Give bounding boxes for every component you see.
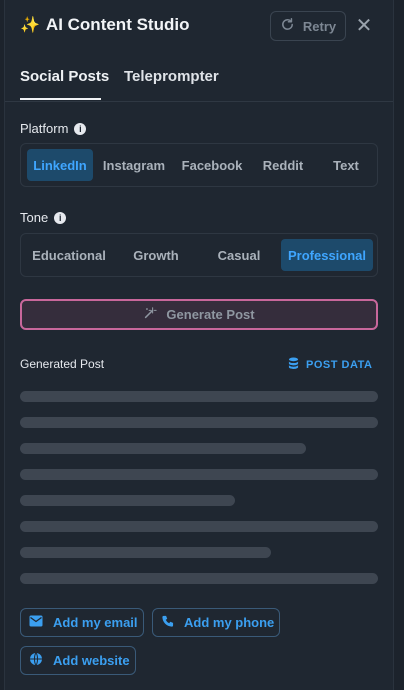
skeleton-line bbox=[20, 417, 378, 428]
skeleton-line bbox=[20, 547, 271, 558]
tone-option-educational[interactable]: Educational bbox=[27, 239, 111, 271]
platform-option-facebook[interactable]: Facebook bbox=[179, 149, 245, 181]
phone-icon bbox=[161, 615, 174, 631]
globe-icon bbox=[29, 652, 43, 669]
tone-label-text: Tone bbox=[20, 210, 49, 225]
post-data-button[interactable]: POST DATA bbox=[288, 357, 372, 373]
skeleton-line bbox=[20, 495, 235, 506]
add-website-label: Add website bbox=[53, 653, 130, 668]
active-tab-indicator bbox=[20, 98, 101, 100]
panel-header: ✨ AI Content Studio Retry ✕ bbox=[5, 0, 393, 52]
skeleton-line bbox=[20, 521, 378, 532]
tone-option-growth[interactable]: Growth bbox=[121, 239, 191, 271]
info-icon[interactable]: i bbox=[74, 122, 87, 135]
generate-post-button[interactable]: Generate Post bbox=[20, 299, 378, 330]
skeleton-line bbox=[20, 573, 378, 584]
panel-title: ✨ AI Content Studio bbox=[20, 15, 189, 35]
database-icon bbox=[288, 357, 299, 373]
platform-selector: LinkedIn Instagram Facebook Reddit Text bbox=[20, 143, 378, 187]
tone-option-casual[interactable]: Casual bbox=[203, 239, 275, 271]
add-email-label: Add my email bbox=[53, 615, 138, 630]
tab-social-posts[interactable]: Social Posts bbox=[20, 68, 109, 85]
info-icon[interactable]: i bbox=[54, 211, 67, 224]
generated-post-label: Generated Post bbox=[20, 357, 105, 371]
platform-option-reddit[interactable]: Reddit bbox=[253, 149, 313, 181]
tone-selector: Educational Growth Casual Professional bbox=[20, 233, 378, 277]
magic-wand-icon bbox=[143, 306, 158, 323]
platform-label: Platform i bbox=[20, 121, 87, 136]
add-email-button[interactable]: Add my email bbox=[20, 608, 144, 637]
tone-option-professional[interactable]: Professional bbox=[281, 239, 373, 271]
skeleton-line bbox=[20, 469, 378, 480]
retry-button[interactable]: Retry bbox=[270, 11, 346, 41]
refresh-icon bbox=[280, 17, 295, 35]
close-icon[interactable]: ✕ bbox=[354, 14, 374, 38]
platform-option-text[interactable]: Text bbox=[321, 149, 371, 181]
tab-teleprompter[interactable]: Teleprompter bbox=[124, 68, 219, 85]
content-studio-panel: ✨ AI Content Studio Retry ✕ Social Posts… bbox=[4, 0, 394, 690]
add-phone-label: Add my phone bbox=[184, 615, 275, 630]
platform-label-text: Platform bbox=[20, 121, 69, 136]
panel-title-text: AI Content Studio bbox=[45, 15, 190, 34]
mail-icon bbox=[29, 615, 43, 630]
generate-post-label: Generate Post bbox=[166, 307, 255, 322]
add-website-button[interactable]: Add website bbox=[20, 646, 136, 675]
post-data-label: POST DATA bbox=[306, 359, 373, 371]
retry-label: Retry bbox=[302, 18, 337, 34]
platform-option-linkedin[interactable]: LinkedIn bbox=[27, 149, 93, 181]
add-phone-button[interactable]: Add my phone bbox=[152, 608, 280, 637]
skeleton-line bbox=[20, 391, 378, 402]
platform-option-instagram[interactable]: Instagram bbox=[99, 149, 169, 181]
skeleton-line bbox=[20, 443, 306, 454]
tone-label: Tone i bbox=[20, 210, 67, 225]
sparkle-icon: ✨ bbox=[20, 17, 40, 34]
tab-bar: Social Posts Teleprompter bbox=[5, 60, 393, 102]
